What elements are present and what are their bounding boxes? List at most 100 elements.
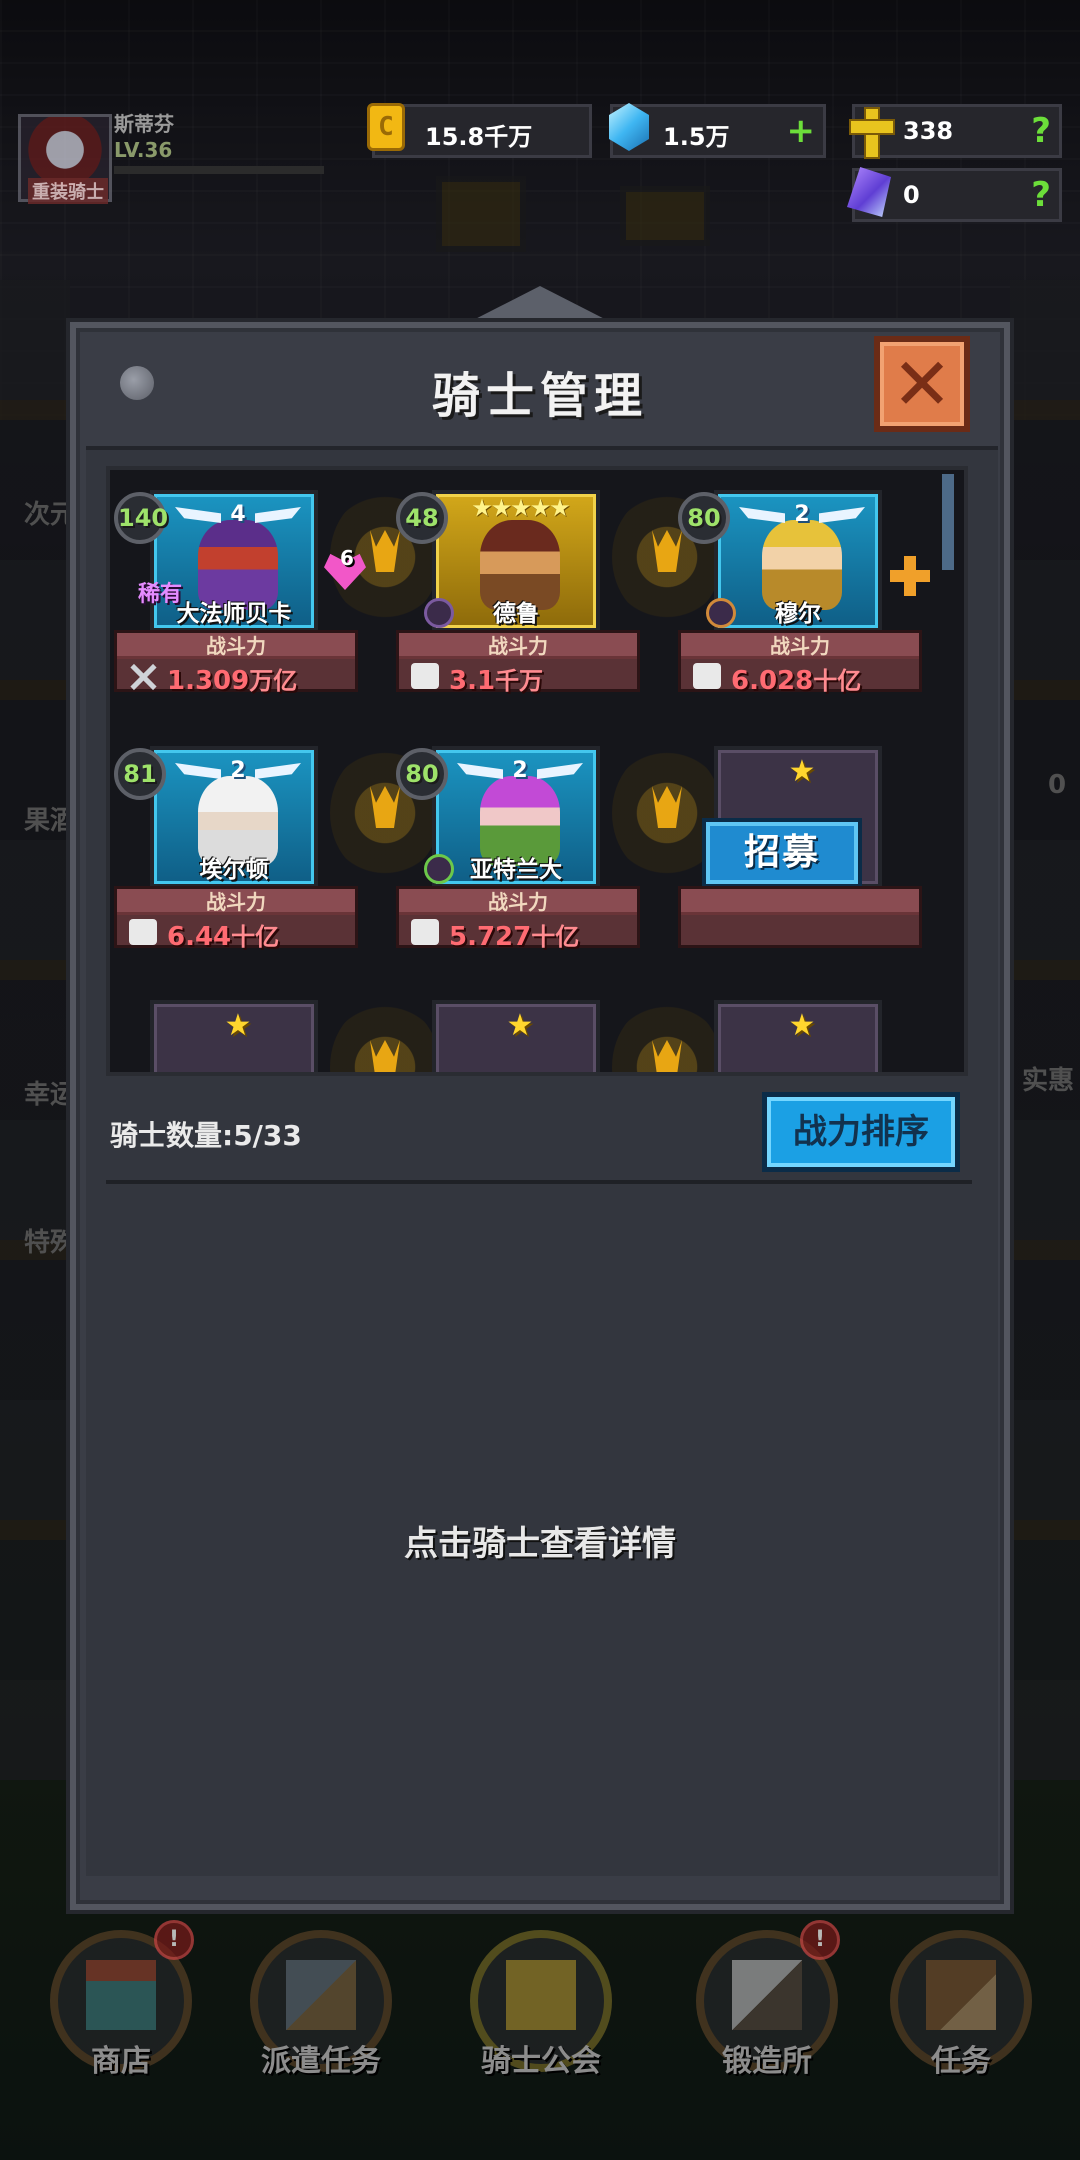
sort-by-power-button[interactable]: 战力排序 <box>762 1092 960 1172</box>
knight-grid[interactable]: 4 6 140 稀有 大法师贝卡 战斗力 1.309万亿 ★★★★★ 48 德鲁… <box>106 466 968 1076</box>
power-label: 战斗力 <box>488 634 548 658</box>
power-number: 6.028 <box>731 666 814 696</box>
nav-label: 商店 <box>91 2044 151 2079</box>
power-unit: 千万 <box>495 667 544 695</box>
power-label: 战斗力 <box>206 890 266 914</box>
power-plate-empty <box>678 886 922 948</box>
wings-icon: 2 <box>172 756 304 786</box>
knight-slot[interactable]: 4 6 140 稀有 大法师贝卡 战斗力 1.309万亿 <box>114 490 366 700</box>
power-unit: 万亿 <box>249 667 298 695</box>
crystal-icon <box>847 167 891 221</box>
knight-level: 48 <box>396 492 448 544</box>
power-plate: 战斗力 5.727十亿 <box>396 886 640 952</box>
knight-name: 德鲁 <box>493 601 539 627</box>
holy-cross-icon <box>847 105 895 159</box>
power-plate: 战斗力 3.1千万 <box>396 630 640 696</box>
power-unit: 十亿 <box>531 923 580 951</box>
nav-forge[interactable]: ! 锻造所 <box>682 1920 852 2080</box>
power-plate: 战斗力 1.309万亿 <box>114 630 358 696</box>
empty-slot[interactable]: ★ <box>114 1000 358 1072</box>
knight-slot[interactable]: 2 81 埃尔顿 战斗力 6.44十亿 <box>114 746 358 956</box>
gem-counter[interactable]: 1.5万 + <box>609 103 826 158</box>
close-button[interactable]: ✕ <box>874 336 970 432</box>
wings-icon: 4 <box>172 500 304 530</box>
holy-value: 338 <box>903 117 954 145</box>
notification-badge: ! <box>800 1920 840 1960</box>
wings-icon: 2 <box>736 500 868 530</box>
empty-knight-card[interactable]: ★ <box>150 1000 318 1072</box>
nav-dispatch-mission[interactable]: 派遣任务 <box>236 1920 406 2080</box>
power-value: 1.309万亿 <box>167 661 297 696</box>
notification-badge: ! <box>154 1920 194 1960</box>
gold-value: 15.8千万 <box>425 123 533 151</box>
power-icon <box>693 663 721 689</box>
gem-icon <box>609 103 653 157</box>
power-value: 6.44十亿 <box>167 917 279 952</box>
forge-icon <box>732 1960 802 2030</box>
wings-icon: 2 <box>454 756 586 786</box>
dispatch-icon <box>286 1960 356 2030</box>
scroll-icon <box>926 1960 996 2030</box>
nav-label: 任务 <box>931 2044 991 2079</box>
power-number: 6.44 <box>167 922 232 952</box>
exp-bar <box>114 166 324 174</box>
crystal-value: 0 <box>903 181 920 209</box>
star-icon: ★ <box>788 1008 816 1043</box>
knight-side-number: 6 <box>340 546 354 570</box>
crystal-help-button[interactable]: ? <box>1031 175 1051 215</box>
knight-slot[interactable]: 2 80 亚特兰大 战斗力 5.727十亿 <box>396 746 640 956</box>
power-label: 战斗力 <box>206 634 266 658</box>
vip-guild-icon <box>506 1960 576 2030</box>
nav-label: 骑士公会 <box>481 2044 601 2079</box>
nav-tasks[interactable]: 任务 <box>876 1920 1046 2080</box>
star-rating: ★★★★★ <box>471 494 571 522</box>
knight-level: 80 <box>396 748 448 800</box>
knight-level: 80 <box>678 492 730 544</box>
empty-slot[interactable]: ★ <box>678 1000 922 1072</box>
power-value: 6.028十亿 <box>731 661 861 696</box>
player-title: 重装骑士 <box>28 178 108 204</box>
knight-count: 骑士数量:5/33 <box>110 1119 302 1152</box>
knight-slot[interactable]: 2 80 穆尔 战斗力 6.028十亿 <box>678 490 930 700</box>
knight-level: 81 <box>114 748 166 800</box>
power-plate: 战斗力 6.44十亿 <box>114 886 358 952</box>
power-unit: 十亿 <box>231 923 280 951</box>
crystal-counter[interactable]: 0 ? <box>847 167 1062 222</box>
grid-scrollbar[interactable] <box>942 474 954 570</box>
gem-value: 1.5万 <box>663 123 730 151</box>
add-gems-button[interactable]: + <box>787 111 816 151</box>
power-number: 5.727 <box>449 922 532 952</box>
recruit-slot[interactable]: ★ 招募 <box>678 746 922 956</box>
nav-label: 派遣任务 <box>261 2044 381 2079</box>
power-value: 5.727十亿 <box>449 917 579 952</box>
gold-counter[interactable]: C 15.8千万 <box>367 103 592 158</box>
player-profile[interactable]: 重装骑士 斯蒂芬 LV.36 <box>14 106 324 204</box>
player-level: LV.36 <box>114 138 173 162</box>
power-icon <box>411 919 439 945</box>
empty-knight-card[interactable]: ★ <box>714 1000 882 1072</box>
knight-name: 大法师贝卡 <box>176 601 292 627</box>
empty-knight-card[interactable]: ★ 招募 <box>702 746 882 888</box>
plus-icon <box>890 556 930 596</box>
holy-counter[interactable]: 338 ? <box>849 104 1062 159</box>
knight-name: 亚特兰大 <box>470 857 562 883</box>
power-plate: 战斗力 6.028十亿 <box>678 630 922 696</box>
star-icon: ★ <box>506 1008 534 1043</box>
power-value: 3.1千万 <box>449 661 543 696</box>
knight-slot[interactable]: ★★★★★ 48 德鲁 战斗力 3.1千万 <box>396 490 640 700</box>
power-label: 战斗力 <box>770 634 830 658</box>
coin-icon: C <box>367 103 411 157</box>
empty-slot[interactable]: ★ <box>396 1000 640 1072</box>
recruit-button[interactable]: 招募 <box>702 818 862 888</box>
knight-name: 穆尔 <box>775 601 821 627</box>
player-name: 斯蒂芬 <box>114 112 174 136</box>
empty-knight-card[interactable]: ★ <box>432 1000 600 1072</box>
holy-help-button[interactable]: ? <box>1031 111 1051 151</box>
nav-knight-guild[interactable]: 骑士公会 <box>456 1920 626 2080</box>
power-icon <box>129 919 157 945</box>
knight-level: 140 <box>114 492 168 544</box>
nav-shop[interactable]: ! 商店 <box>36 1920 206 2080</box>
power-unit: 十亿 <box>813 667 862 695</box>
panel-bolt <box>120 366 154 400</box>
divider <box>106 1180 972 1184</box>
